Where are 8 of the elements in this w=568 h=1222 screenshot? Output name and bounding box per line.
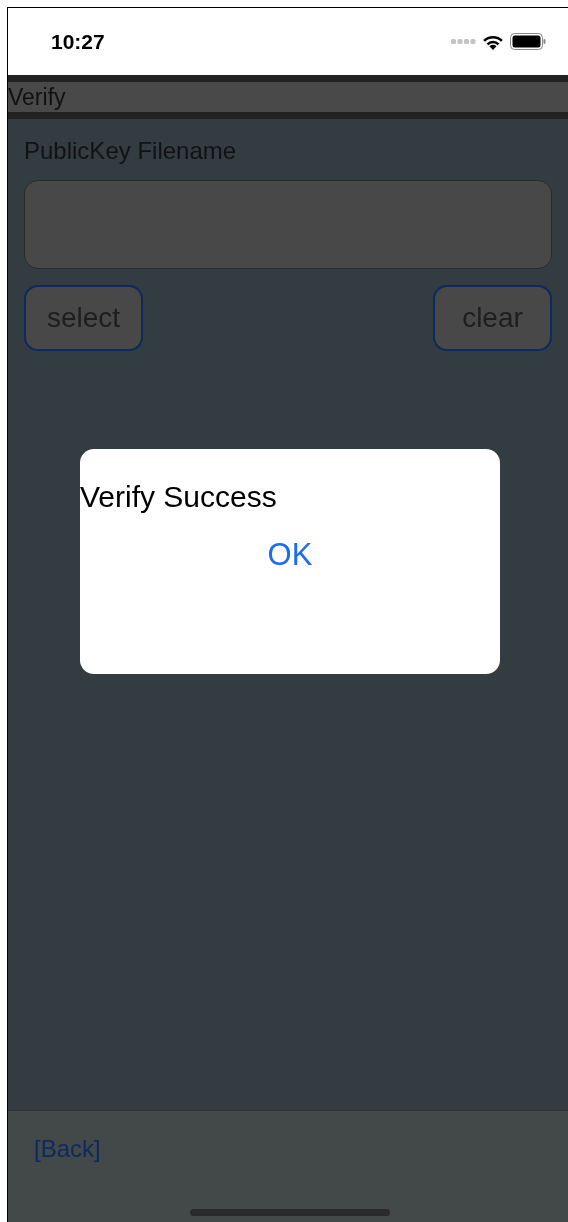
- ok-button[interactable]: OK: [267, 539, 313, 570]
- alert-message: Verify Success: [80, 482, 277, 512]
- battery-icon: [510, 33, 546, 50]
- signal-icon: [451, 39, 476, 44]
- filename-field[interactable]: [24, 180, 552, 269]
- page-title: Verify: [8, 85, 66, 109]
- clock-time: 10:27: [51, 28, 105, 55]
- wifi-icon: [482, 33, 504, 50]
